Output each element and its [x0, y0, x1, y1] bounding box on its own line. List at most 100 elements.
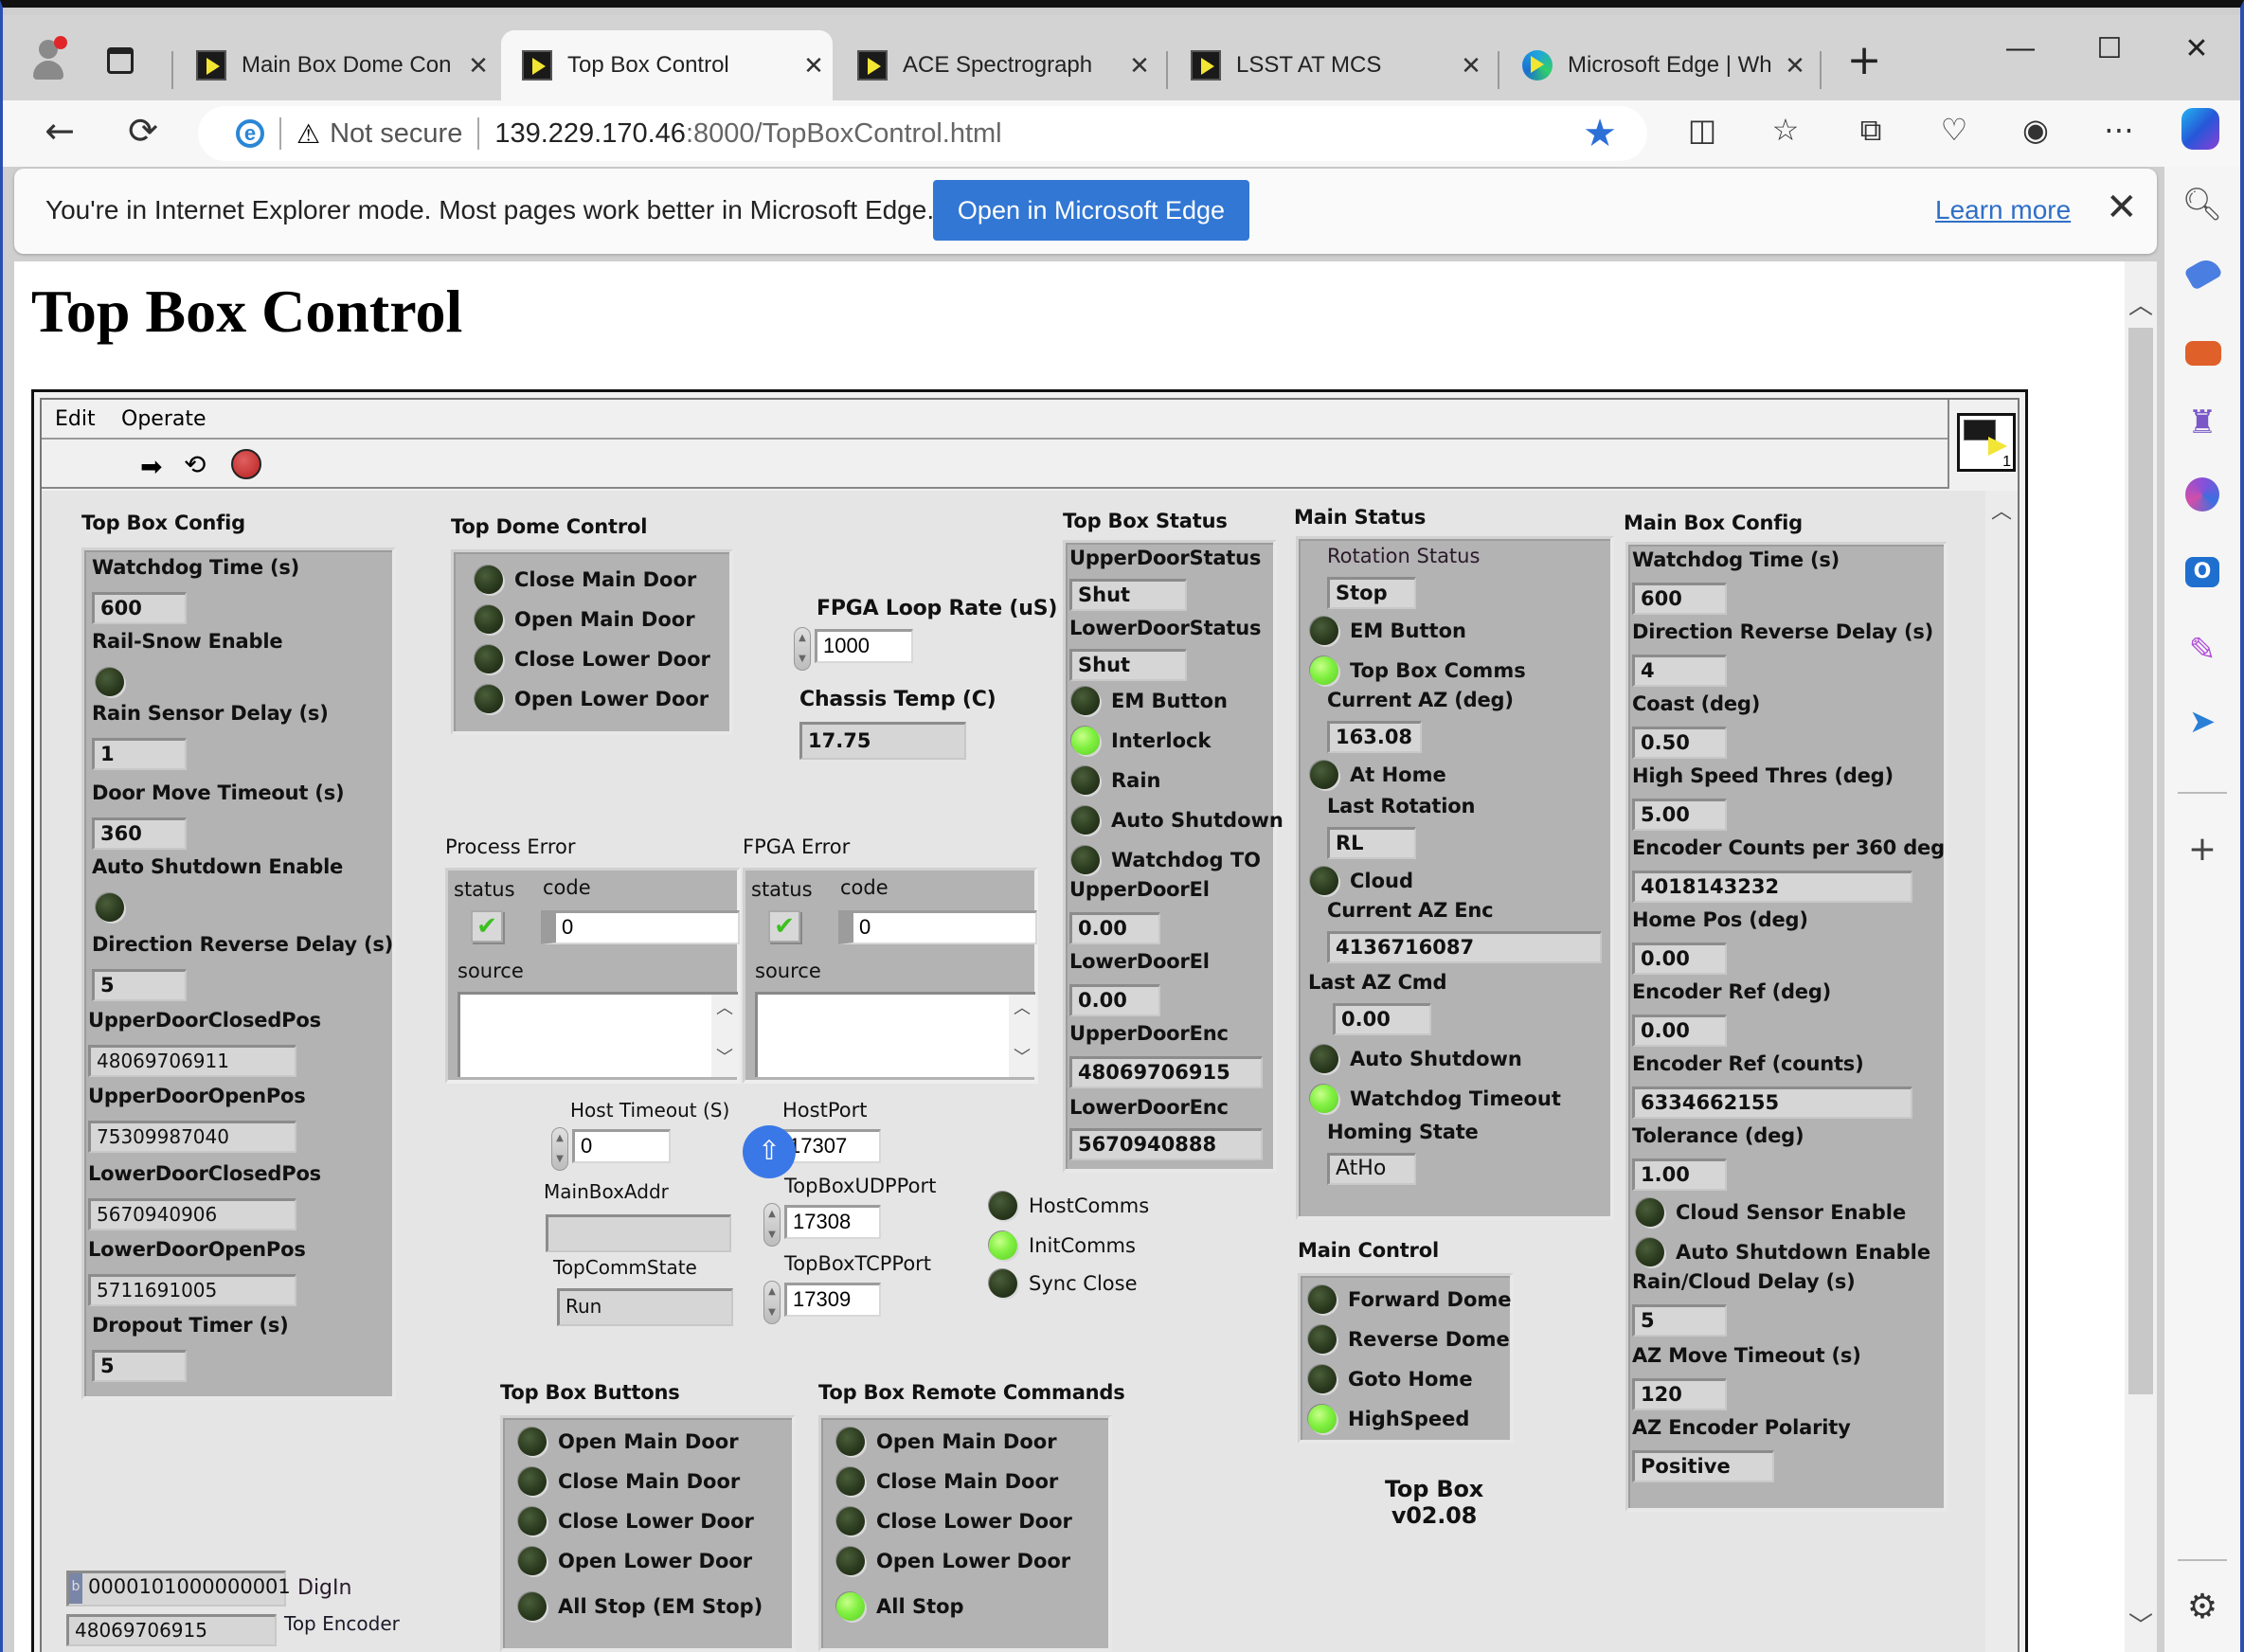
- rain-cloud-delay-field[interactable]: 5: [1632, 1304, 1727, 1337]
- fp-scroll-up-icon[interactable]: ︿: [1985, 494, 2018, 525]
- digin-field[interactable]: b 0000101000000001: [66, 1571, 291, 1607]
- upper-door-open-field[interactable]: 75309987040: [88, 1121, 296, 1153]
- mb-auto-shutdown-enable-toggle[interactable]: Auto Shutdown Enable: [1636, 1238, 1930, 1266]
- lower-door-enc-field[interactable]: 5670940888: [1069, 1128, 1263, 1160]
- tab-close-icon[interactable]: ✕: [1776, 51, 1814, 81]
- chassis-temp-field[interactable]: 17.75: [799, 722, 966, 760]
- tab-ace-spectrograph[interactable]: ACE Spectrograph ✕: [836, 30, 1158, 100]
- browser-essentials-icon[interactable]: ♡: [1928, 112, 1981, 148]
- microsoft365-icon[interactable]: [2185, 477, 2219, 512]
- current-az-enc-field[interactable]: 4136716087: [1327, 931, 1602, 963]
- upper-door-status-field[interactable]: Shut: [1069, 579, 1187, 611]
- page-scrollbar[interactable]: ︿ ﹀: [2125, 261, 2157, 1652]
- source-scrollbar[interactable]: ︿ ﹀: [711, 995, 738, 1077]
- upper-door-enc-field[interactable]: 48069706915: [1069, 1056, 1263, 1088]
- tbb-open-lower-door[interactable]: Open Lower Door: [518, 1547, 752, 1575]
- run-continuously-icon[interactable]: ⟲: [184, 449, 206, 480]
- host-port-input[interactable]: 17307: [781, 1129, 881, 1163]
- games-icon[interactable]: ♜: [2181, 404, 2223, 445]
- udp-port-input[interactable]: 17308: [784, 1205, 881, 1239]
- rc-close-lower-door[interactable]: Close Lower Door: [836, 1507, 1072, 1535]
- tab-actions-icon[interactable]: [107, 47, 134, 74]
- cloud-sensor-enable-toggle[interactable]: Cloud Sensor Enable: [1636, 1198, 1906, 1227]
- outlook-icon[interactable]: O: [2185, 557, 2219, 587]
- encoder-ref-deg-field[interactable]: 0.00: [1632, 1015, 1727, 1047]
- watchdog-time-field[interactable]: 600: [92, 592, 187, 624]
- topcomm-state-field[interactable]: Run: [557, 1288, 733, 1326]
- split-screen-icon[interactable]: ◫: [1676, 112, 1729, 148]
- lower-door-el-field[interactable]: 0.00: [1069, 984, 1160, 1016]
- loop-rate-spinner[interactable]: ▲ ▼: [794, 627, 811, 671]
- goto-home-toggle[interactable]: Goto Home: [1308, 1365, 1473, 1393]
- tcp-port-spinner[interactable]: ▲ ▼: [763, 1281, 781, 1324]
- open-in-edge-button[interactable]: Open in Microsoft Edge: [933, 180, 1249, 241]
- high-speed-thres-field[interactable]: 5.00: [1632, 799, 1727, 831]
- mb-dir-rev-field[interactable]: 4: [1632, 655, 1727, 687]
- back-button[interactable]: ←: [31, 110, 88, 152]
- auto-shutdown-enable-led[interactable]: [96, 893, 124, 922]
- process-error-source[interactable]: ︿ ﹀: [458, 992, 738, 1077]
- fpga-error-source[interactable]: ︿ ﹀: [755, 992, 1035, 1077]
- tools-icon[interactable]: [2185, 341, 2221, 366]
- maximize-button[interactable]: ☐: [2081, 32, 2138, 65]
- address-bar[interactable]: e ⚠ Not secure 139.229.170.46:8000/TopBo…: [198, 106, 1647, 161]
- run-arrow-icon[interactable]: ➡: [140, 451, 162, 482]
- refresh-button[interactable]: ⟳: [115, 110, 171, 152]
- door-timeout-field[interactable]: 360: [92, 817, 187, 850]
- tab-close-icon[interactable]: ✕: [795, 51, 833, 81]
- process-error-code-field[interactable]: 0: [541, 910, 740, 944]
- mainbox-addr-field[interactable]: [546, 1214, 731, 1252]
- favorites-icon[interactable]: ☆: [1759, 112, 1812, 148]
- collections-icon[interactable]: ⧉: [1844, 112, 1897, 149]
- close-lower-door-toggle[interactable]: Close Lower Door: [475, 645, 710, 673]
- tab-close-icon[interactable]: ✕: [459, 51, 497, 81]
- scroll-up-icon[interactable]: ︿: [2125, 286, 2157, 321]
- tbb-all-stop[interactable]: All Stop (EM Stop): [518, 1592, 763, 1621]
- close-banner-icon[interactable]: ✕: [2106, 186, 2138, 229]
- close-main-door-toggle[interactable]: Close Main Door: [475, 566, 696, 594]
- current-az-field[interactable]: 163.08: [1327, 721, 1422, 753]
- fpga-error-code-field[interactable]: 0: [838, 910, 1037, 944]
- search-icon[interactable]: 🔍︎: [2181, 186, 2223, 227]
- host-timeout-input[interactable]: 0: [572, 1129, 671, 1163]
- favorite-star-icon[interactable]: ★: [1583, 112, 1617, 155]
- tcp-port-input[interactable]: 17309: [784, 1283, 881, 1317]
- rain-delay-field[interactable]: 1: [92, 738, 187, 770]
- sidebar-settings-icon[interactable]: ⚙: [2181, 1588, 2223, 1629]
- rc-close-main-door[interactable]: Close Main Door: [836, 1467, 1058, 1496]
- more-options-icon[interactable]: ⋯: [2092, 112, 2145, 148]
- rc-open-lower-door[interactable]: Open Lower Door: [836, 1547, 1070, 1575]
- rc-open-main-door[interactable]: Open Main Door: [836, 1428, 1057, 1456]
- shopping-icon[interactable]: [2183, 255, 2223, 291]
- dropout-timer-field[interactable]: 5: [92, 1350, 187, 1382]
- encoder-counts-field[interactable]: 4018143232: [1632, 871, 1912, 903]
- tab-lsst-at-mcs[interactable]: LSST AT MCS ✕: [1170, 30, 1490, 100]
- learn-more-link[interactable]: Learn more: [1935, 195, 2071, 225]
- highspeed-toggle[interactable]: HighSpeed: [1308, 1405, 1469, 1433]
- tbb-close-lower-door[interactable]: Close Lower Door: [518, 1507, 754, 1535]
- fpga-loop-rate-input[interactable]: 1000: [815, 629, 913, 663]
- front-panel-scrollbar[interactable]: ︿: [1985, 491, 2018, 1652]
- menu-edit[interactable]: Edit: [55, 407, 96, 431]
- close-window-button[interactable]: ✕: [2168, 32, 2225, 65]
- minimize-button[interactable]: —: [1992, 32, 2049, 64]
- homing-state-field[interactable]: AtHo: [1327, 1153, 1416, 1185]
- forward-dome-toggle[interactable]: Forward Dome: [1308, 1285, 1512, 1314]
- tbb-open-main-door[interactable]: Open Main Door: [518, 1428, 739, 1456]
- security-label[interactable]: Not secure: [330, 118, 462, 150]
- add-sidebar-app-icon[interactable]: +: [2181, 830, 2223, 871]
- tab-main-box-dome[interactable]: Main Box Dome Con ✕: [175, 30, 497, 100]
- designer-icon[interactable]: ✎: [2181, 631, 2223, 673]
- scroll-down-icon[interactable]: ﹀: [2125, 1607, 2157, 1642]
- az-move-timeout-field[interactable]: 120: [1632, 1378, 1727, 1410]
- profile-icon[interactable]: [31, 36, 69, 81]
- performance-icon[interactable]: ◉: [2009, 112, 2062, 148]
- coast-field[interactable]: 0.50: [1632, 727, 1727, 759]
- upper-door-closed-field[interactable]: 48069706911: [88, 1045, 296, 1077]
- tab-close-icon[interactable]: ✕: [1121, 51, 1158, 81]
- tab-top-box-control[interactable]: Top Box Control ✕: [501, 30, 833, 100]
- tab-microsoft-edge[interactable]: Microsoft Edge | Wh ✕: [1501, 30, 1814, 100]
- lower-door-status-field[interactable]: Shut: [1069, 649, 1187, 681]
- reverse-dome-toggle[interactable]: Reverse Dome: [1308, 1325, 1510, 1354]
- open-lower-door-toggle[interactable]: Open Lower Door: [475, 685, 709, 713]
